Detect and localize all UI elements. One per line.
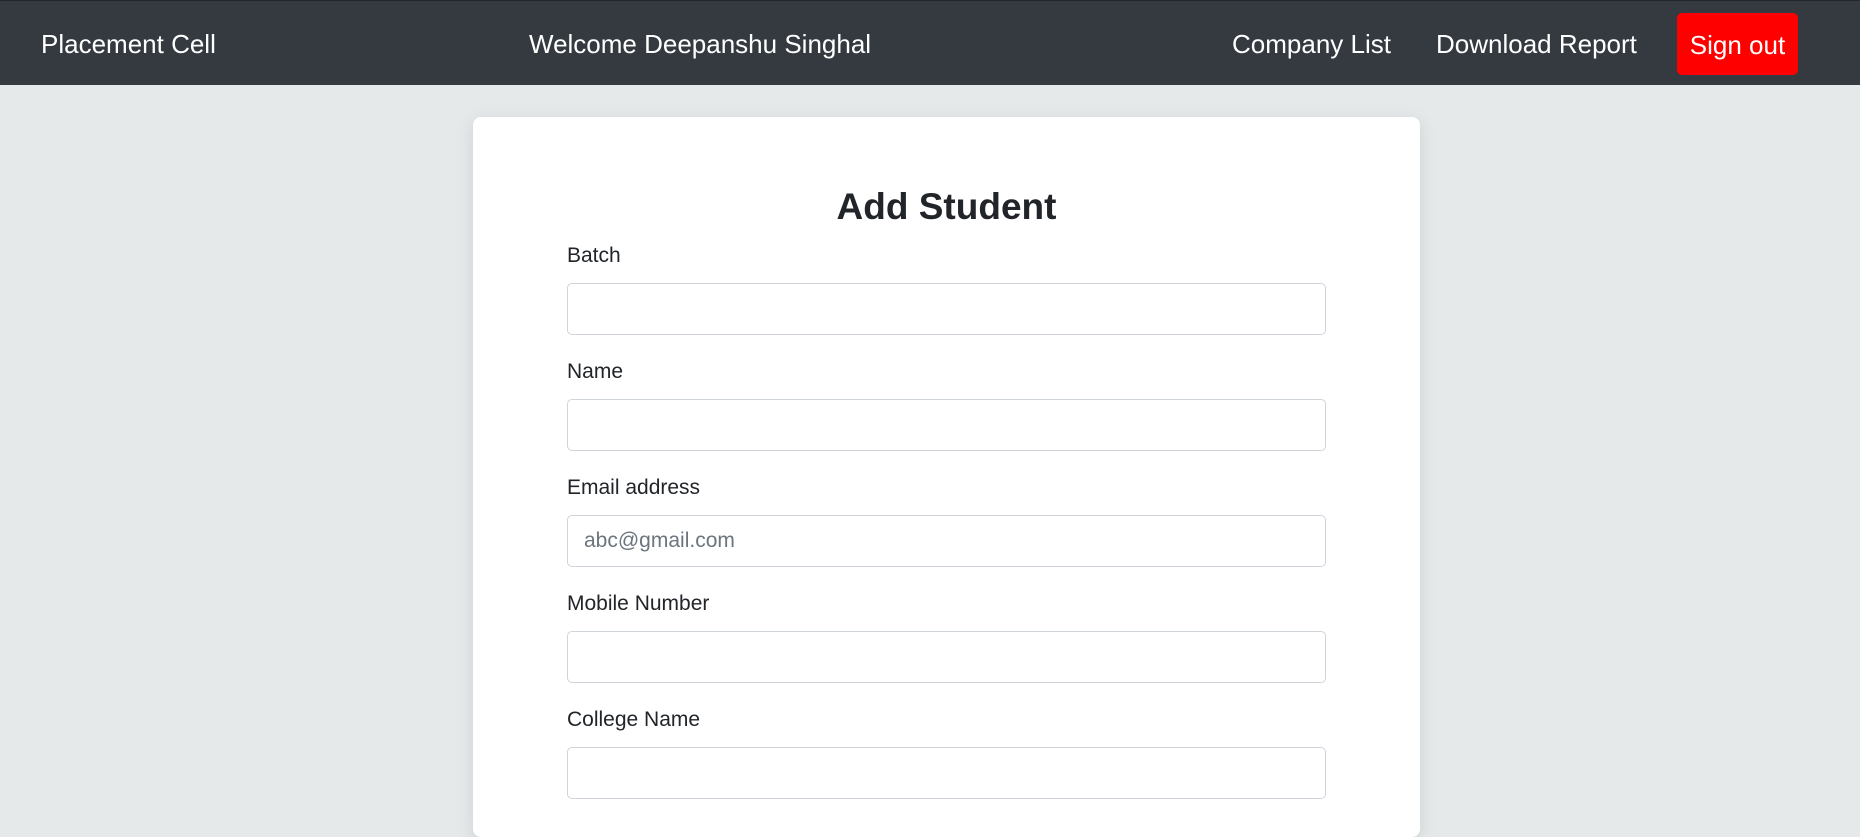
mobile-number-input[interactable] [567, 631, 1326, 683]
batch-input[interactable] [567, 283, 1326, 335]
batch-label: Batch [567, 244, 621, 267]
nav-company-list-link[interactable]: Company List [1232, 1, 1391, 86]
mobile-number-label: Mobile Number [567, 592, 710, 615]
name-label: Name [567, 360, 624, 383]
welcome-message: Welcome Deepanshu Singhal [529, 29, 872, 59]
college-name-input[interactable] [567, 747, 1326, 799]
top-navbar: Placement Cell Welcome Deepanshu Singhal… [0, 0, 1860, 85]
brand-link[interactable]: Placement Cell [41, 1, 216, 86]
college-name-label: College Name [567, 708, 701, 731]
name-input[interactable] [567, 399, 1326, 451]
email-input[interactable] [567, 515, 1326, 567]
form-title: Add Student [836, 186, 1057, 227]
nav-download-report-link[interactable]: Download Report [1436, 1, 1637, 86]
sign-out-button[interactable]: Sign out [1677, 13, 1798, 75]
email-label: Email address [567, 476, 701, 499]
